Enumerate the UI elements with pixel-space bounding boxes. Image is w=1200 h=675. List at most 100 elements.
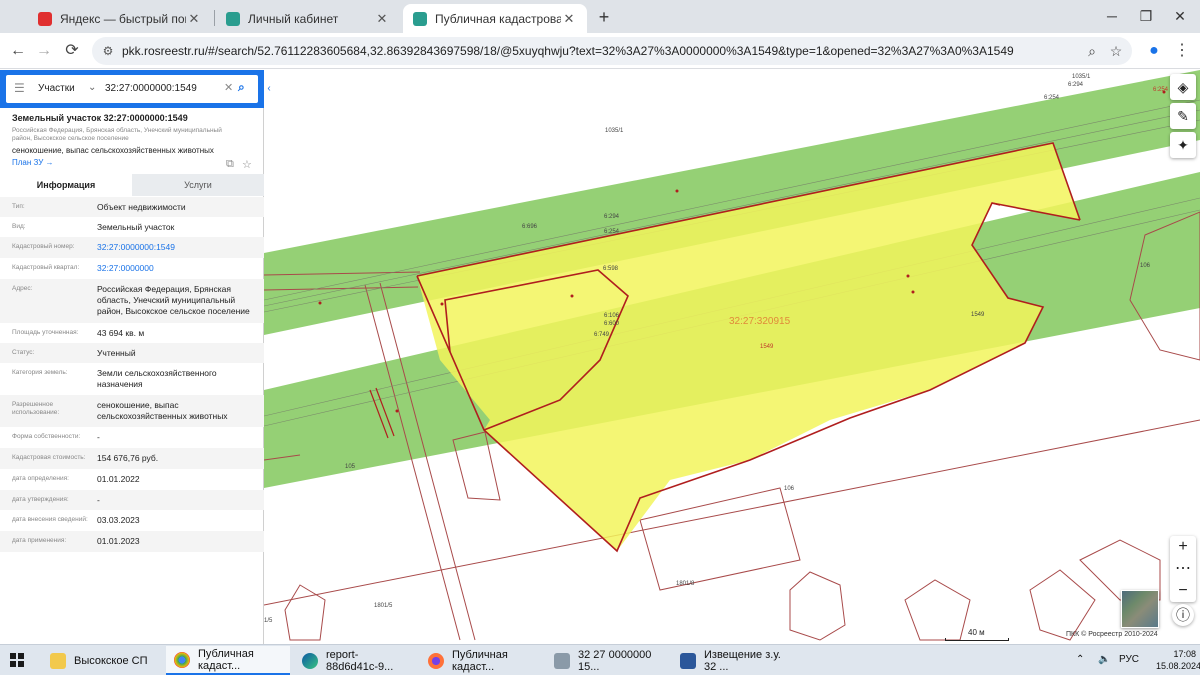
field-row: дата применения: 01.01.2023 [0,531,264,552]
taskbar: Высокское СП Публичная кадаст... report-… [0,644,1200,675]
tab-cabinet[interactable]: Личный кабинет ✕ [216,4,400,33]
word-icon [680,652,696,669]
field-row: Кадастровый номер: 32:27:0000000:1549 [0,237,264,258]
svg-text:6:600: 6:600 [604,321,620,327]
field-row: дата определения: 01.01.2022 [12,474,140,484]
zoom-icon[interactable]: ⌕ [1082,41,1102,61]
chevron-down-icon[interactable]: ⌄ [88,82,96,93]
search-input[interactable]: 32:27:0000000:1549 [105,83,197,94]
satellite-layer-thumbnail[interactable] [1121,590,1159,628]
site-info-icon[interactable]: ⚙ [98,41,118,61]
tab-title: Яндекс — быстрый поиск в ин [60,11,186,26]
field-row: Площадь уточненная: 43 694 кв. м [12,328,145,338]
svg-text:6:598: 6:598 [603,266,619,272]
info-tabs: Информация Услуги [0,174,264,196]
info-panel: ☰ Участки ⌄ 32:27:0000000:1549 ✕ ⌕ ‹ Зем… [0,70,274,644]
svg-text:1035/1: 1035/1 [1072,74,1091,80]
rosreestr-icon [413,11,427,26]
svg-text:32:27:320915: 32:27:320915 [729,316,791,327]
svg-text:6:294: 6:294 [1068,82,1084,88]
tab-information[interactable]: Информация [0,174,132,196]
field-row: Статус: Учтенный [0,343,264,363]
forward-button[interactable]: → [32,39,56,63]
svg-text:105: 105 [345,464,356,470]
menu-icon[interactable]: ⋮ [1170,39,1194,63]
tab-title: Публичная кадастровая карта [435,11,561,26]
taskbar-item[interactable]: Высокское СП [42,646,160,675]
back-button[interactable]: ← [6,39,30,63]
svg-text:106: 106 [784,486,795,492]
svg-text:6:254: 6:254 [1044,95,1060,101]
taskbar-item[interactable]: Публичная кадаст... [420,646,544,675]
parcel-usage: сенокошение, выпас сельскохозяйственных … [12,146,214,155]
minimize-button[interactable]: ─ [1094,4,1130,28]
zoom-in-button[interactable]: + [1170,536,1196,558]
new-tab-button[interactable]: + [592,6,616,28]
close-icon[interactable]: ✕ [374,11,390,27]
cadastral-quarter-link[interactable]: 32:27:0000000 [97,263,257,274]
tab-yandex[interactable]: Яндекс — быстрый поиск в ин ✕ [28,4,212,33]
taskbar-item[interactable]: 32 27 0000000 15... [546,646,670,675]
tray-chevron-icon[interactable]: ⌃ [1076,654,1084,665]
field-row: Вид: Земельный участок [12,222,175,232]
parcel-address: Российская Федерация, Брянская область, … [12,127,222,142]
search-bar: ☰ Участки ⌄ 32:27:0000000:1549 ✕ ⌕ [0,70,264,108]
yandex-icon [38,11,52,26]
svg-text:1801/8: 1801/8 [676,581,695,587]
profile-icon[interactable]: ● [1142,39,1166,63]
taskbar-item[interactable]: Публичная кадаст... [166,646,290,675]
address-bar[interactable]: ⚙ pkk.rosreestr.ru/#/search/52.761122836… [92,37,1132,65]
volume-icon[interactable]: 🔈 [1098,654,1110,665]
image-viewer-icon [554,652,570,669]
menu-icon[interactable]: ☰ [14,81,28,95]
accessibility-icon[interactable]: ⓘ [1172,604,1194,626]
field-row: Разрешенное использование: сенокошение, … [0,395,264,427]
share-icon[interactable]: ⧉ [226,158,234,171]
search-box: ☰ Участки ⌄ 32:27:0000000:1549 ✕ ⌕ [6,75,258,103]
cadastral-map[interactable]: 1035/1 6:294 6:254 6:696 6:294 6:254 6:5… [264,70,1200,644]
windows-start-icon[interactable] [10,653,24,667]
scale-bar [945,638,1009,641]
firefox-icon [428,652,444,669]
svg-text:6:254: 6:254 [604,229,620,235]
svg-text:1/5: 1/5 [264,618,273,624]
close-icon[interactable]: ✕ [561,11,577,27]
clear-icon[interactable]: ✕ [224,81,233,94]
tab-services[interactable]: Услуги [132,174,264,196]
parcel-title: Земельный участок 32:27:0000000:1549 [12,113,188,123]
reload-button[interactable]: ⟳ [60,39,84,63]
svg-text:6:106: 6:106 [604,313,620,319]
collapse-panel-icon[interactable]: ‹ [264,78,274,100]
taskbar-item[interactable]: Извещение з.у. 32 ... [672,646,796,675]
svg-text:1035/1: 1035/1 [605,128,624,134]
search-icon[interactable]: ⌕ [238,80,245,95]
scale-label: 40 м [968,628,985,637]
field-row: Тип: Объект недвижимости [0,197,264,217]
zoom-control: + ⋯ − [1170,536,1196,602]
browser-toolbar: ← → ⟳ ⚙ pkk.rosreestr.ru/#/search/52.761… [0,33,1200,69]
zoom-out-button[interactable]: − [1170,580,1196,602]
field-row: Кадастровая стоимость: 154 676,76 руб. [0,448,264,469]
close-icon[interactable]: ✕ [186,11,202,27]
close-window-button[interactable]: ✕ [1162,4,1198,28]
layers-icon[interactable]: ◈ [1170,74,1196,100]
locate-icon[interactable]: ✦ [1170,132,1196,158]
url-text: pkk.rosreestr.ru/#/search/52.76112283605… [122,44,1014,58]
field-row: дата утверждения: - [0,490,264,510]
tab-pkk[interactable]: Публичная кадастровая карта ✕ [403,4,587,33]
plan-link[interactable]: План ЗУ → [12,158,54,167]
favorite-star-icon[interactable]: ☆ [242,158,252,171]
tab-strip: Яндекс — быстрый поиск в ин ✕ Личный каб… [0,0,1200,33]
ruler-icon[interactable]: ✎ [1170,103,1196,129]
language-indicator[interactable]: РУС [1119,654,1139,665]
cadastral-number-link[interactable]: 32:27:0000000:1549 [97,242,257,253]
search-category[interactable]: Участки [38,83,75,94]
map-canvas: 1035/1 6:294 6:254 6:696 6:294 6:254 6:5… [264,70,1200,641]
taskbar-item[interactable]: report-88d6d41c-9... [294,646,416,675]
rosreestr-icon [226,11,240,26]
maximize-button[interactable]: ❐ [1128,4,1164,28]
svg-text:6:294: 6:294 [604,214,620,220]
clock[interactable]: 17:08 15.08.2024 [1156,648,1200,672]
bookmark-star-icon[interactable]: ☆ [1106,41,1126,61]
zoom-more-icon[interactable]: ⋯ [1170,558,1196,580]
